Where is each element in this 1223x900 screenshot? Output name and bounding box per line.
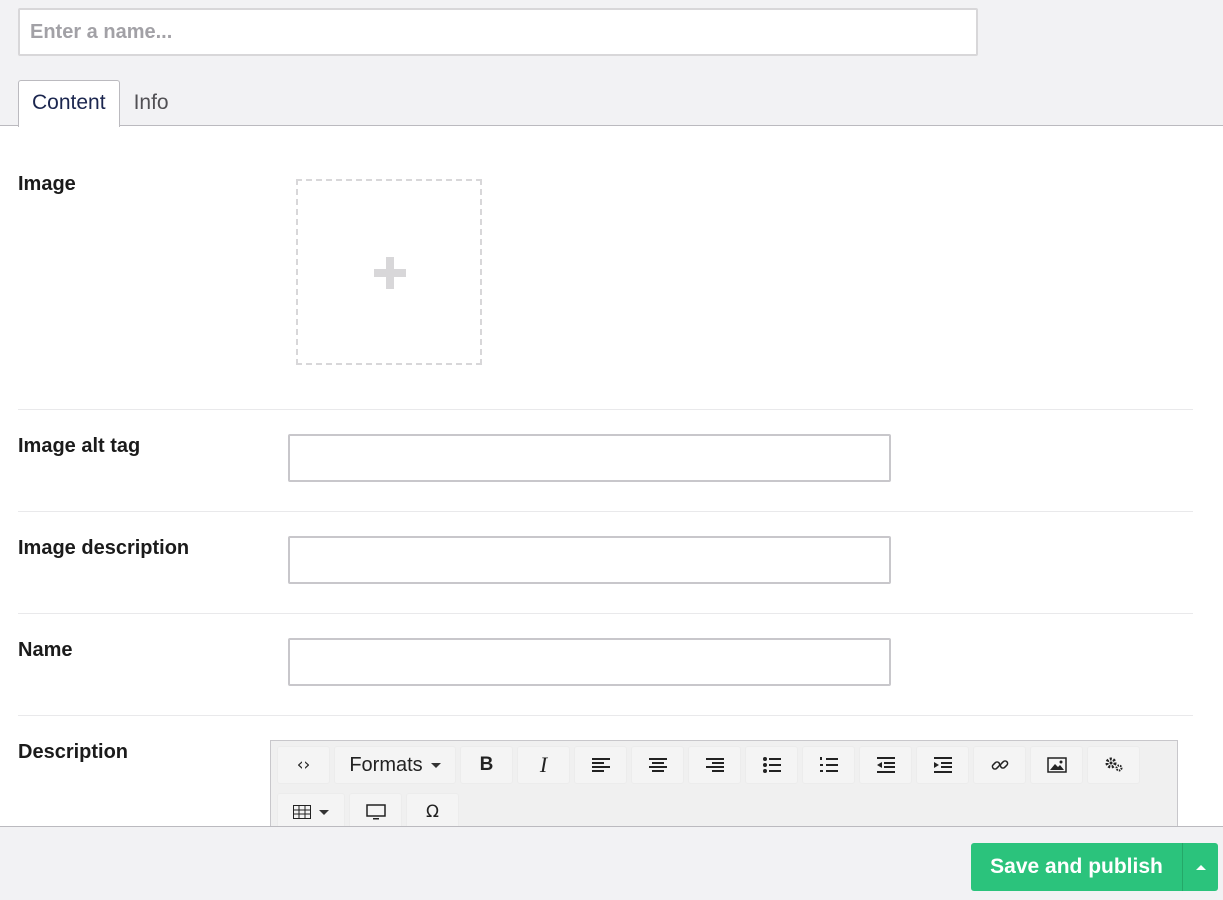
embed-media-button[interactable] bbox=[349, 793, 402, 826]
code-icon: ‹› bbox=[296, 755, 311, 775]
macro-button[interactable] bbox=[1087, 746, 1140, 784]
content-name-input[interactable] bbox=[18, 8, 978, 56]
monitor-icon bbox=[365, 804, 386, 820]
link-icon bbox=[991, 760, 1008, 770]
align-center-button[interactable] bbox=[631, 746, 684, 784]
special-character-button[interactable]: Ω bbox=[406, 793, 459, 826]
align-center-icon bbox=[648, 758, 667, 772]
image-alt-tag-input[interactable] bbox=[288, 434, 891, 482]
tab-info[interactable]: Info bbox=[120, 80, 183, 126]
align-left-icon bbox=[591, 758, 610, 772]
image-picker-add-button[interactable] bbox=[296, 179, 482, 365]
plus-icon bbox=[374, 257, 406, 289]
name-input[interactable] bbox=[288, 638, 891, 686]
bullet-list-icon bbox=[762, 757, 781, 773]
bullet-list-button[interactable] bbox=[745, 746, 798, 784]
bold-icon: B bbox=[479, 754, 494, 775]
property-label-name: Name bbox=[18, 639, 73, 661]
indent-button[interactable] bbox=[916, 746, 969, 784]
formats-dropdown[interactable]: Formats bbox=[334, 746, 456, 784]
rte-toolbar-row-1: ‹› Formats B I bbox=[277, 746, 1140, 784]
rich-text-editor: ‹› Formats B I Ω bbox=[270, 740, 1178, 826]
content-panel: Image Image alt tag Image description Na… bbox=[0, 126, 1223, 826]
italic-icon: I bbox=[539, 752, 548, 777]
property-label-description: Description bbox=[18, 741, 129, 763]
numbered-list-button[interactable] bbox=[802, 746, 855, 784]
editor-header: Content Info bbox=[0, 0, 1223, 127]
image-description-input[interactable] bbox=[288, 536, 891, 584]
chevron-up-icon bbox=[1195, 864, 1206, 870]
insert-image-button[interactable] bbox=[1030, 746, 1083, 784]
chevron-down-icon bbox=[430, 762, 441, 768]
tab-bar: Content Info bbox=[18, 80, 183, 127]
omega-icon: Ω bbox=[426, 802, 439, 822]
property-label-image-alt-tag: Image alt tag bbox=[18, 435, 141, 457]
align-left-button[interactable] bbox=[574, 746, 627, 784]
property-image-description: Image description bbox=[18, 512, 1193, 614]
outdent-icon bbox=[876, 757, 895, 773]
numbered-list-icon bbox=[819, 757, 838, 772]
formats-label: Formats bbox=[349, 753, 423, 776]
publish-button-group: Save and publish bbox=[971, 843, 1218, 891]
outdent-button[interactable] bbox=[859, 746, 912, 784]
table-dropdown[interactable] bbox=[277, 793, 345, 826]
editor-footer: Save and publish bbox=[0, 826, 1223, 900]
property-label-image-description: Image description bbox=[18, 537, 190, 559]
insert-link-button[interactable] bbox=[973, 746, 1026, 784]
gears-icon bbox=[1105, 757, 1122, 772]
source-code-button[interactable]: ‹› bbox=[277, 746, 330, 784]
tab-content[interactable]: Content bbox=[18, 80, 120, 127]
publish-options-toggle[interactable] bbox=[1182, 843, 1218, 891]
image-icon bbox=[1046, 757, 1067, 773]
italic-button[interactable]: I bbox=[517, 746, 570, 784]
save-and-publish-button[interactable]: Save and publish bbox=[971, 843, 1182, 891]
property-image-alt-tag: Image alt tag bbox=[18, 410, 1193, 512]
table-icon bbox=[293, 805, 311, 819]
property-image: Image bbox=[18, 126, 1193, 410]
property-name: Name bbox=[18, 614, 1193, 716]
tab-divider bbox=[0, 125, 1223, 126]
align-right-icon bbox=[705, 758, 724, 772]
align-right-button[interactable] bbox=[688, 746, 741, 784]
indent-icon bbox=[933, 757, 952, 773]
chevron-down-icon bbox=[319, 809, 329, 815]
property-label-image: Image bbox=[18, 173, 76, 195]
bold-button[interactable]: B bbox=[460, 746, 513, 784]
rte-toolbar-row-2: Ω bbox=[277, 793, 459, 826]
